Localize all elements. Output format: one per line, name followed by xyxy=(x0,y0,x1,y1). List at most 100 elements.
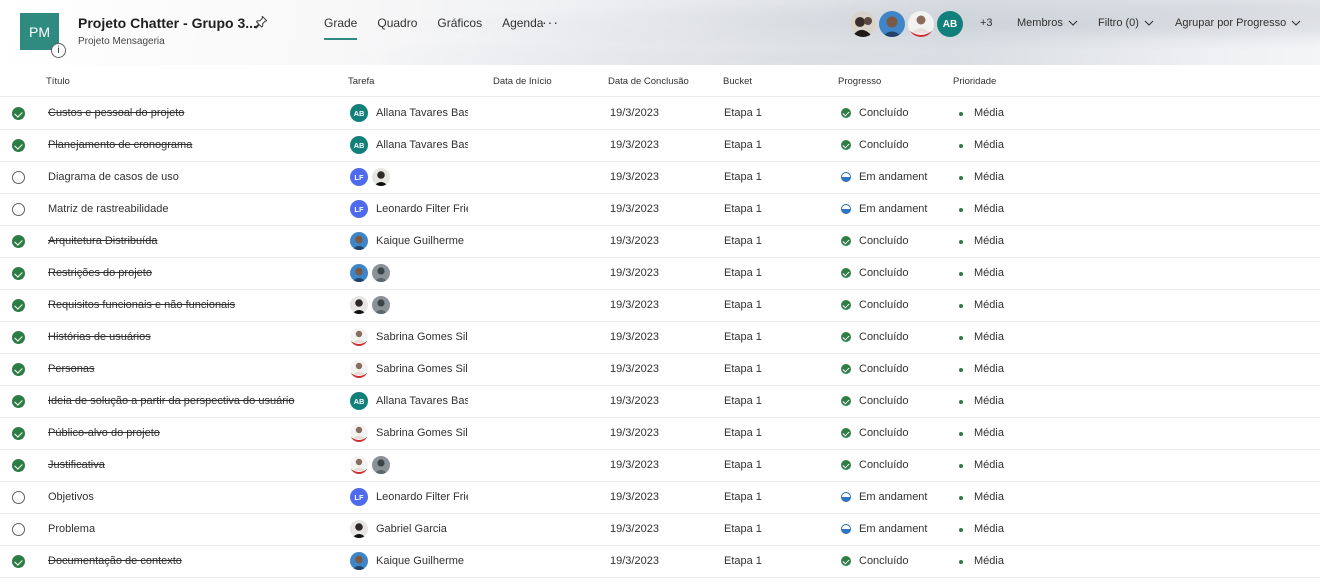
progress-status[interactable]: Concluído xyxy=(859,235,909,247)
task-title[interactable]: Histórias de usuários xyxy=(48,331,151,343)
bucket[interactable]: Etapa 1 xyxy=(724,523,762,535)
avatar[interactable] xyxy=(879,11,905,37)
task-row[interactable]: Objetivos LF Leonardo Filter Frie 19/3/2023… xyxy=(0,481,1320,513)
progress-status[interactable]: Concluído xyxy=(859,395,909,407)
progress-status[interactable]: Concluído xyxy=(859,363,909,375)
task-title[interactable]: Restrições do projeto xyxy=(48,267,152,279)
completed-check-icon[interactable] xyxy=(12,363,25,376)
extra-members-count[interactable]: +3 xyxy=(980,17,993,29)
task-row[interactable]: Público-alvo do projeto Sabrina Gomes Sil… xyxy=(0,417,1320,449)
bucket[interactable]: Etapa 1 xyxy=(724,235,762,247)
bucket[interactable]: Etapa 1 xyxy=(724,555,762,567)
tab-graficos[interactable]: Gráficos xyxy=(437,16,482,38)
bucket[interactable]: Etapa 1 xyxy=(724,427,762,439)
bucket[interactable]: Etapa 1 xyxy=(724,363,762,375)
task-title[interactable]: Arquitetura Distribuída xyxy=(48,235,157,247)
column-header-bucket[interactable]: Bucket xyxy=(723,76,752,87)
tab-agenda[interactable]: Agenda xyxy=(502,16,543,38)
incomplete-circle-icon[interactable] xyxy=(12,491,25,504)
task-title[interactable]: Personas xyxy=(48,363,94,375)
tab-quadro[interactable]: Quadro xyxy=(377,16,417,38)
progress-status[interactable]: Concluído xyxy=(859,299,909,311)
bucket[interactable]: Etapa 1 xyxy=(724,267,762,279)
task-title[interactable]: Documentação de contexto xyxy=(48,555,182,567)
bucket[interactable]: Etapa 1 xyxy=(724,203,762,215)
progress-status[interactable]: Em andament xyxy=(859,523,927,535)
more-options-icon[interactable]: ··· xyxy=(542,14,559,30)
due-date[interactable]: 19/3/2023 xyxy=(610,203,659,215)
due-date[interactable]: 19/3/2023 xyxy=(610,555,659,567)
priority[interactable]: Média xyxy=(974,523,1004,535)
tab-grade[interactable]: Grade xyxy=(324,16,358,40)
due-date[interactable]: 19/3/2023 xyxy=(610,235,659,247)
bucket[interactable]: Etapa 1 xyxy=(724,331,762,343)
task-title[interactable]: Público-alvo do projeto xyxy=(48,427,160,439)
members-button[interactable]: Membros xyxy=(1017,17,1079,29)
column-header-due-date[interactable]: Data de Conclusão xyxy=(608,76,689,87)
task-title[interactable]: Diagrama de casos de uso xyxy=(48,171,179,183)
priority[interactable]: Média xyxy=(974,235,1004,247)
completed-check-icon[interactable] xyxy=(12,299,25,312)
completed-check-icon[interactable] xyxy=(12,267,25,280)
task-row[interactable]: Justificativa 19/3/2023 Etapa 1 Concluído Mé… xyxy=(0,449,1320,481)
task-title[interactable]: Planejamento de cronograma xyxy=(48,139,192,151)
incomplete-circle-icon[interactable] xyxy=(12,171,25,184)
priority[interactable]: Média xyxy=(974,107,1004,119)
plan-info-icon[interactable]: i xyxy=(51,43,66,58)
avatar[interactable] xyxy=(850,11,876,37)
completed-check-icon[interactable] xyxy=(12,107,25,120)
bucket[interactable]: Etapa 1 xyxy=(724,459,762,471)
priority[interactable]: Média xyxy=(974,299,1004,311)
task-row[interactable]: Personas Sabrina Gomes Silv 19/3/2023 Etapa… xyxy=(0,353,1320,385)
plan-title[interactable]: Projeto Chatter - Grupo 3... xyxy=(78,15,257,31)
incomplete-circle-icon[interactable] xyxy=(12,523,25,536)
filter-button[interactable]: Filtro (0) xyxy=(1098,17,1155,29)
priority[interactable]: Média xyxy=(974,395,1004,407)
task-row[interactable]: Diagrama de casos de uso LF 19/3/2023 Etapa… xyxy=(0,161,1320,193)
bucket[interactable]: Etapa 1 xyxy=(724,107,762,119)
completed-check-icon[interactable] xyxy=(12,395,25,408)
task-title[interactable]: Custos e pessoal do projeto xyxy=(48,107,184,119)
due-date[interactable]: 19/3/2023 xyxy=(610,139,659,151)
column-header-priority[interactable]: Prioridade xyxy=(953,76,996,87)
progress-status[interactable]: Em andament xyxy=(859,491,927,503)
task-row[interactable]: Planejamento de cronograma AB Allana Tavar… xyxy=(0,129,1320,161)
due-date[interactable]: 19/3/2023 xyxy=(610,171,659,183)
priority[interactable]: Média xyxy=(974,139,1004,151)
due-date[interactable]: 19/3/2023 xyxy=(610,459,659,471)
due-date[interactable]: 19/3/2023 xyxy=(610,331,659,343)
due-date[interactable]: 19/3/2023 xyxy=(610,523,659,535)
group-by-button[interactable]: Agrupar por Progresso xyxy=(1175,17,1302,29)
task-row[interactable]: Requisitos funcionais e não funcionais 19… xyxy=(0,289,1320,321)
task-row[interactable]: Documentação de contexto Kaique Guilherme… xyxy=(0,545,1320,577)
column-header-progress[interactable]: Progresso xyxy=(838,76,881,87)
priority[interactable]: Média xyxy=(974,331,1004,343)
avatar-initials[interactable]: AB xyxy=(937,11,963,37)
due-date[interactable]: 19/3/2023 xyxy=(610,363,659,375)
due-date[interactable]: 19/3/2023 xyxy=(610,395,659,407)
completed-check-icon[interactable] xyxy=(12,459,25,472)
due-date[interactable]: 19/3/2023 xyxy=(610,491,659,503)
task-row[interactable]: Arquitetura Distribuída Kaique Guilherme 1… xyxy=(0,225,1320,257)
task-title[interactable]: Ideia de solução a partir da perspectiva… xyxy=(48,395,294,407)
priority[interactable]: Média xyxy=(974,363,1004,375)
incomplete-circle-icon[interactable] xyxy=(12,203,25,216)
completed-check-icon[interactable] xyxy=(12,235,25,248)
avatar[interactable] xyxy=(908,11,934,37)
bucket[interactable]: Etapa 1 xyxy=(724,139,762,151)
progress-status[interactable]: Concluído xyxy=(859,267,909,279)
progress-status[interactable]: Concluído xyxy=(859,331,909,343)
bucket[interactable]: Etapa 1 xyxy=(724,299,762,311)
bucket[interactable]: Etapa 1 xyxy=(724,491,762,503)
task-title[interactable]: Justificativa xyxy=(48,459,105,471)
completed-check-icon[interactable] xyxy=(12,427,25,440)
progress-status[interactable]: Concluído xyxy=(859,555,909,567)
priority[interactable]: Média xyxy=(974,203,1004,215)
due-date[interactable]: 19/3/2023 xyxy=(610,299,659,311)
priority[interactable]: Média xyxy=(974,459,1004,471)
column-header-task[interactable]: Tarefa xyxy=(348,76,374,87)
task-row[interactable]: Restrições do projeto 19/3/2023 Etapa 1 Con… xyxy=(0,257,1320,289)
task-row[interactable]: Ideia de solução a partir da perspectiva… xyxy=(0,385,1320,417)
due-date[interactable]: 19/3/2023 xyxy=(610,267,659,279)
bucket[interactable]: Etapa 1 xyxy=(724,171,762,183)
